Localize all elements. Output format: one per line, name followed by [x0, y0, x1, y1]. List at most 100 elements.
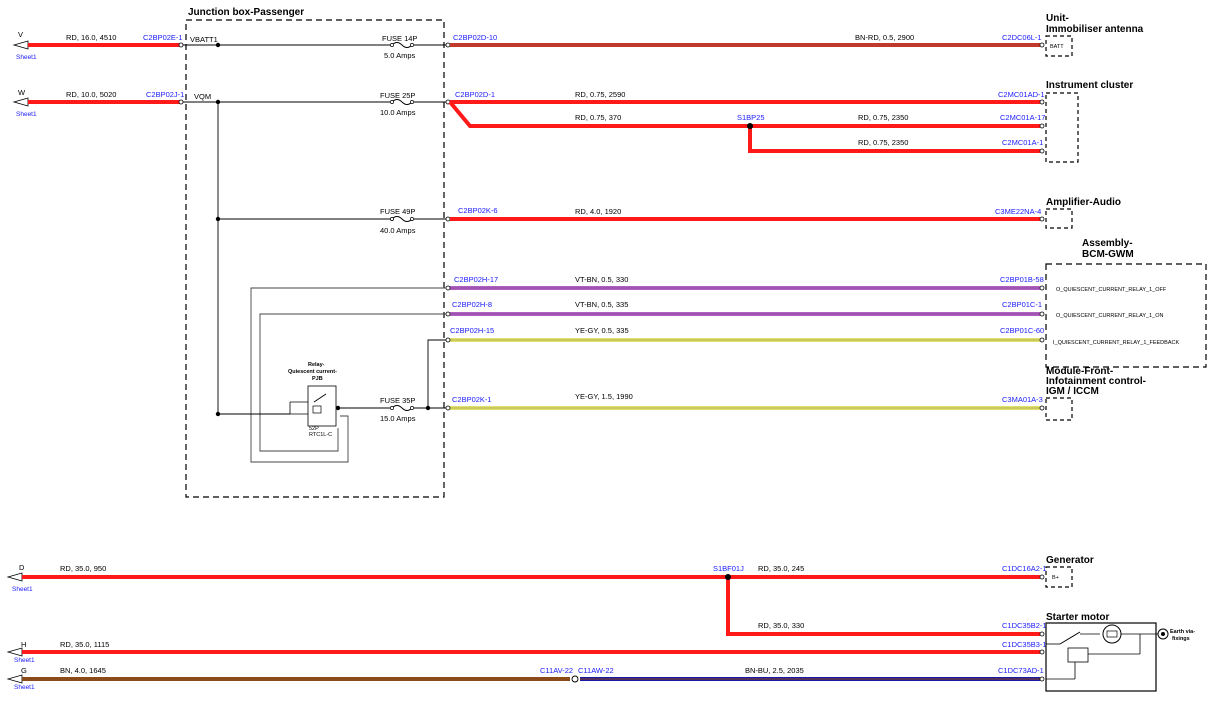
wire-spec: RD, 0.75, 2350	[858, 113, 908, 122]
connector-label[interactable]: C2BP01C-1	[1002, 300, 1042, 309]
input-letter: H	[21, 640, 26, 649]
fuse-49p: FUSE 49P 40.0 Amps	[380, 207, 416, 235]
input-letter: V	[18, 30, 23, 39]
svg-text:FUSE 35P: FUSE 35P	[380, 396, 415, 405]
earth-label: fixings	[1172, 636, 1190, 642]
connector-label[interactable]: C2BP02H-8	[452, 300, 492, 309]
svg-text:Assembly-: Assembly-	[1082, 238, 1133, 249]
vbatt-label: VBATT1	[190, 35, 218, 44]
svg-text:IGM / ICCM: IGM / ICCM	[1046, 386, 1099, 397]
svg-text:Immobiliser antenna: Immobiliser antenna	[1046, 24, 1144, 35]
component-instrument-cluster: Instrument cluster	[1045, 80, 1133, 163]
component-starter-motor: Starter motor	[1045, 612, 1158, 692]
connector-label[interactable]: C3MA01A-3	[1002, 395, 1043, 404]
wire-spec: BN, 4.0, 1645	[60, 666, 106, 675]
svg-text:O_QUIESCENT_CURRENT_RELAY_1_ON: O_QUIESCENT_CURRENT_RELAY_1_ON	[1056, 313, 1164, 319]
connector-label[interactable]: C1DC73AD-1	[998, 666, 1044, 675]
connector-label[interactable]: C1DC35B2-1	[1002, 621, 1047, 630]
connector-label[interactable]: C2MC01A-17	[1000, 113, 1045, 122]
input-letter: W	[18, 88, 26, 97]
arrow-left-icon	[6, 572, 23, 582]
connector-label[interactable]: C11AV-22	[540, 666, 573, 675]
input-d: D Sheet1 RD, 35.0, 950	[6, 563, 1040, 593]
wire-spec: BN-RD, 0.5, 2900	[855, 33, 914, 42]
svg-text:Instrument cluster: Instrument cluster	[1046, 80, 1133, 91]
connector-label[interactable]: C2DC06L-1	[1002, 33, 1042, 42]
wire-spec: RD, 0.75, 2590	[575, 90, 625, 99]
wire-spec: YE-GY, 1.5, 1990	[575, 392, 633, 401]
svg-text:15.0 Amps: 15.0 Amps	[380, 414, 416, 423]
connector-label[interactable]: C1DC35B3-1	[1002, 640, 1047, 649]
connector-label[interactable]: C2BP01B-58	[1000, 275, 1044, 284]
arrow-left-icon	[12, 40, 29, 50]
svg-text:PJB: PJB	[312, 376, 323, 382]
svg-text:FUSE 25P: FUSE 25P	[380, 91, 415, 100]
wire-spec: VT-BN, 0.5, 330	[575, 275, 628, 284]
splice-label[interactable]: S1BF01J	[713, 564, 744, 573]
fuse-14p: FUSE 14P 5.0 Amps	[382, 34, 417, 60]
arrow-left-icon	[6, 674, 23, 684]
svg-text:FUSE 14P: FUSE 14P	[382, 34, 417, 43]
earth-label: Earth via-	[1170, 629, 1195, 635]
svg-text:O_QUIESCENT_CURRENT_RELAY_1_OF: O_QUIESCENT_CURRENT_RELAY_1_OFF	[1056, 287, 1167, 293]
fuse-25p: FUSE 25P 10.0 Amps	[380, 91, 416, 117]
svg-text:10.0 Amps: 10.0 Amps	[380, 108, 416, 117]
svg-text:Quiescent current-: Quiescent current-	[288, 369, 337, 375]
input-v: V Sheet1 RD, 16.0, 4510 C2BP02E-1	[12, 30, 184, 61]
input-letter: G	[21, 666, 27, 675]
vqm-label: VQM	[194, 92, 211, 101]
connector-label[interactable]: C2BP02E-1	[143, 33, 183, 42]
component-amplifier: Amplifier-Audio	[1045, 197, 1121, 229]
connector-label[interactable]: C11AW-22	[578, 666, 614, 675]
wire-spec: RD, 35.0, 330	[758, 621, 804, 630]
input-g: G Sheet1 BN, 4.0, 1645 C11AV-22	[6, 666, 573, 691]
svg-text:5.0 Amps: 5.0 Amps	[384, 51, 416, 60]
connector-label[interactable]: C1DC16A2-1	[1002, 564, 1047, 573]
arrow-left-icon	[6, 647, 23, 657]
input-sheet-link[interactable]: Sheet1	[14, 684, 35, 691]
connector-label[interactable]: C2MC01AD-1	[998, 90, 1045, 99]
svg-text:BCM-GWM: BCM-GWM	[1082, 249, 1134, 260]
wire-spec: RD, 10.0, 5020	[66, 90, 116, 99]
input-w: W Sheet1 RD, 10.0, 5020 C2BP02J-1	[12, 88, 184, 118]
svg-text:Relay-: Relay-	[308, 362, 325, 368]
wire-spec: RD, 16.0, 4510	[66, 33, 116, 42]
connector-label[interactable]: C3ME22NA-4	[995, 207, 1041, 216]
input-h: H Sheet1 RD, 35.0, 1115	[6, 640, 1040, 664]
connector-label[interactable]: C2BP02K-6	[458, 206, 498, 215]
input-sheet-link[interactable]: Sheet1	[16, 54, 37, 61]
junction-box-title: Junction box-Passenger	[188, 7, 304, 18]
component-bcm: Assembly- BCM-GWM O_QUIESCENT_CURRENT_RE…	[1045, 238, 1207, 368]
svg-text:BATT: BATT	[1050, 44, 1064, 50]
wire-spec: BN-BU, 2.5, 2035	[745, 666, 804, 675]
input-sheet-link[interactable]: Sheet1	[14, 657, 35, 664]
svg-text:I_QUIESCENT_CURRENT_RELAY_1_FE: I_QUIESCENT_CURRENT_RELAY_1_FEEDBACK	[1053, 340, 1179, 346]
svg-text:B+: B+	[1052, 575, 1059, 581]
connector-label[interactable]: C2BP02D-1	[455, 90, 495, 99]
connector-label[interactable]: C2BP02H-17	[454, 275, 498, 284]
input-sheet-link[interactable]: Sheet1	[12, 586, 33, 593]
connector-label[interactable]: C2MC01A-1	[1002, 138, 1043, 147]
wire-spec: RD, 35.0, 1115	[60, 640, 109, 649]
svg-text:Starter motor: Starter motor	[1046, 612, 1109, 623]
svg-text:Amplifier-Audio: Amplifier-Audio	[1046, 197, 1121, 208]
connector-label[interactable]: C2BP01C-60	[1000, 326, 1044, 335]
arrow-left-icon	[12, 97, 29, 107]
wire-spec: RD, 35.0, 245	[758, 564, 804, 573]
fuse-35p: FUSE 35P 15.0 Amps	[380, 396, 416, 423]
connector-label[interactable]: C2BP02H-15	[450, 326, 494, 335]
splice-label[interactable]: S1BP25	[737, 113, 765, 122]
svg-text:FUSE 49P: FUSE 49P	[380, 207, 415, 216]
connector-label[interactable]: C2BP02K-1	[452, 395, 492, 404]
component-infotainment: Module-Front- Infotainment control- IGM …	[1045, 366, 1146, 421]
input-sheet-link[interactable]: Sheet1	[16, 111, 37, 118]
svg-text:RTC1L-C: RTC1L-C	[309, 432, 332, 438]
connector-label[interactable]: C2BP02J-1	[146, 90, 184, 99]
wire-spec: RD, 4.0, 1920	[575, 207, 621, 216]
connector-label[interactable]: C2BP02D-10	[453, 33, 497, 42]
svg-text:Generator: Generator	[1046, 555, 1094, 566]
wire-spec: YE-GY, 0.5, 335	[575, 326, 629, 335]
relay-quiescent-current: 52P RTC1L-C Relay- Quiescent current- PJ…	[288, 362, 337, 438]
component-generator: Generator B+	[1045, 555, 1094, 588]
wire-spec: VT-BN, 0.5, 335	[575, 300, 628, 309]
